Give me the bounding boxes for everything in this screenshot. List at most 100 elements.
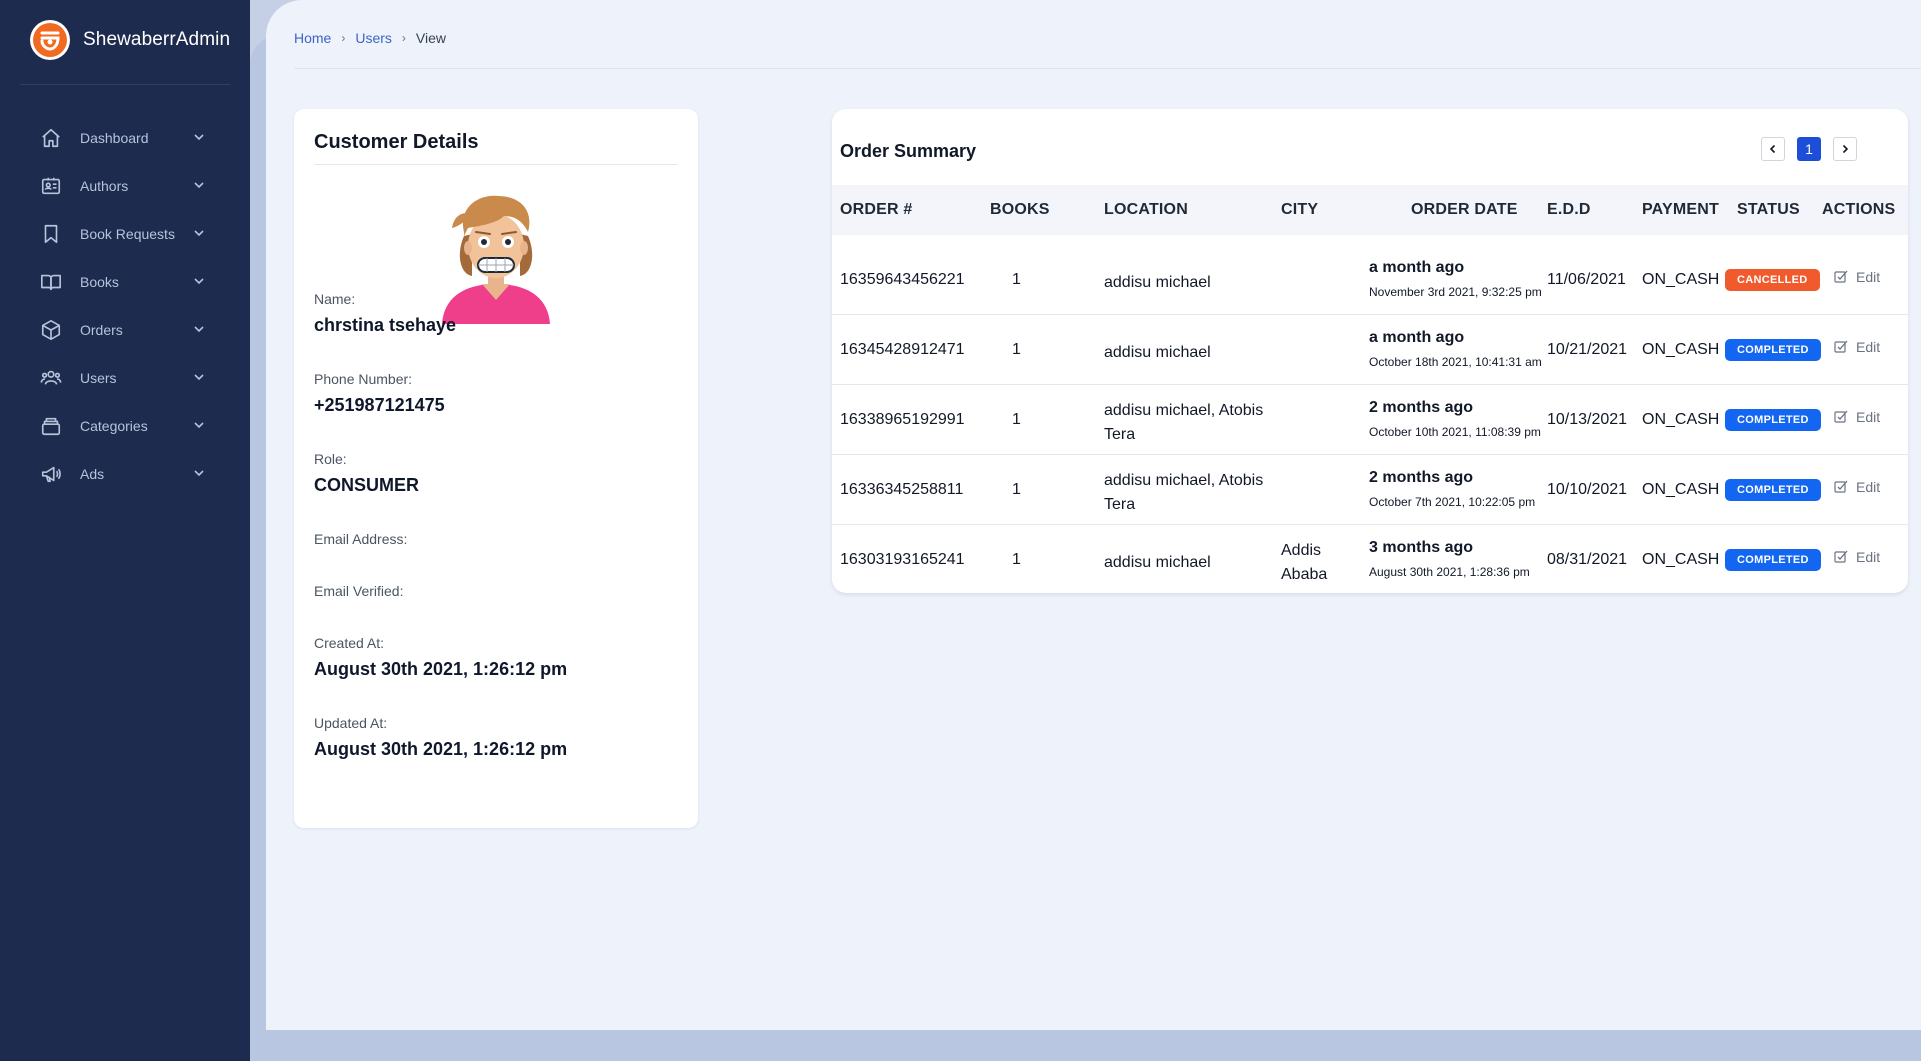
books-count: 1 — [1012, 551, 1021, 568]
edit-button[interactable]: Edit — [1834, 339, 1880, 355]
next-page-button[interactable] — [1833, 137, 1857, 161]
table-row[interactable]: 16338965192991 1 addisu michael, Atobis … — [832, 385, 1908, 455]
card-divider — [314, 164, 678, 165]
order-date: 2 months ago October 10th 2021, 11:08:39… — [1369, 399, 1541, 439]
edd: 10/13/2021 — [1547, 411, 1628, 428]
table-row[interactable]: 16359643456221 1 addisu michael a month … — [832, 245, 1908, 315]
order-date-relative: 2 months ago — [1369, 399, 1474, 416]
table-row[interactable]: 16303193165241 1 addisu michael Addis Ab… — [832, 525, 1908, 593]
order-date-absolute: November 3rd 2021, 9:32:25 pm — [1369, 285, 1542, 299]
edd: 10/10/2021 — [1547, 481, 1628, 498]
location: addisu michael — [1104, 274, 1211, 291]
page-number-button[interactable]: 1 — [1797, 137, 1821, 161]
edit-label: Edit — [1856, 339, 1881, 355]
sidebar-item-authors[interactable]: Authors — [0, 162, 250, 210]
order-date-absolute: October 10th 2021, 11:08:39 pm — [1369, 425, 1541, 439]
edit-icon — [1834, 550, 1848, 563]
created-label: Created At: — [314, 635, 385, 651]
sidebar-item-ads[interactable]: Ads — [0, 450, 250, 498]
customer-details-title: Customer Details — [314, 131, 479, 153]
role-label: Role: — [314, 451, 347, 467]
order-date: 3 months ago August 30th 2021, 1:28:36 p… — [1369, 539, 1530, 579]
books-count: 1 — [1012, 411, 1021, 428]
edit-button[interactable]: Edit — [1834, 479, 1880, 495]
sidebar-item-categories[interactable]: Categories — [0, 402, 250, 450]
sidebar-item-books[interactable]: Books — [0, 258, 250, 306]
breadcrumb-current: View — [415, 30, 447, 46]
edit-label: Edit — [1856, 549, 1881, 565]
users-icon — [40, 367, 62, 389]
sidebar-item-label: Books — [80, 274, 119, 290]
order-date-relative: a month ago — [1369, 259, 1465, 276]
customer-phone: +251987121475 — [314, 395, 445, 415]
order-date-absolute: October 18th 2021, 10:41:31 am — [1369, 355, 1542, 369]
status-badge: COMPLETED — [1725, 479, 1821, 501]
chevron-down-icon — [192, 130, 206, 144]
edit-button[interactable]: Edit — [1834, 409, 1880, 425]
order-date: 2 months ago October 7th 2021, 10:22:05 … — [1369, 469, 1535, 509]
status-badge-wrap: COMPLETED — [1725, 339, 1821, 361]
city: Addis Ababa — [1281, 542, 1328, 583]
column-header: LOCATION — [1104, 201, 1188, 218]
customer-created: August 30th 2021, 1:26:12 pm — [314, 659, 568, 679]
header-divider — [294, 68, 1921, 69]
brand[interactable]: ShewaberrAdmin — [30, 20, 230, 60]
sidebar-item-dashboard[interactable]: Dashboard — [0, 114, 250, 162]
name-label: Name: — [314, 291, 356, 307]
status-badge: COMPLETED — [1725, 409, 1821, 431]
status-badge-wrap: CANCELLED — [1725, 269, 1820, 291]
table-header: ORDER # BOOKS LOCATION CITY ORDER DATE E… — [832, 185, 1908, 235]
column-header: STATUS — [1737, 201, 1800, 218]
status-badge-wrap: COMPLETED — [1725, 549, 1821, 571]
order-number: 16338965192991 — [840, 411, 965, 428]
edit-button[interactable]: Edit — [1834, 549, 1880, 565]
status-badge: CANCELLED — [1725, 269, 1820, 291]
column-header: PAYMENT — [1642, 201, 1719, 218]
order-number: 16303193165241 — [840, 551, 965, 568]
sidebar-item-label: Dashboard — [80, 130, 149, 146]
sidebar-item-users[interactable]: Users — [0, 354, 250, 402]
customer-email-field: Email Address: — [314, 531, 407, 555]
edd: 10/21/2021 — [1547, 341, 1628, 358]
column-header: BOOKS — [990, 201, 1050, 218]
customer-details-card: Customer Details Name: chrstina tsehaye — [294, 109, 698, 828]
pagination: 1 — [1761, 137, 1857, 161]
sidebar-item-book-requests[interactable]: Book Requests — [0, 210, 250, 258]
edit-icon — [1834, 410, 1848, 423]
sidebar-item-label: Users — [80, 370, 117, 386]
sidebar: ShewaberrAdmin Dashboard Authors Book Re… — [0, 0, 250, 1061]
table-row[interactable]: 16336345258811 1 addisu michael, Atobis … — [832, 455, 1908, 525]
breadcrumb-home-link[interactable]: Home — [294, 30, 331, 46]
chevron-down-icon — [192, 226, 206, 240]
customer-phone-field: Phone Number: +251987121475 — [314, 371, 445, 416]
prev-page-button[interactable] — [1761, 137, 1785, 161]
chevron-left-icon — [1769, 144, 1776, 154]
sidebar-item-orders[interactable]: Orders — [0, 306, 250, 354]
breadcrumb-users-link[interactable]: Users — [355, 30, 392, 46]
edit-label: Edit — [1856, 269, 1881, 285]
sidebar-nav: Dashboard Authors Book Requests Books Or… — [0, 114, 250, 498]
sidebar-item-label: Book Requests — [80, 226, 175, 242]
customer-name-field: Name: chrstina tsehaye — [314, 291, 456, 336]
breadcrumb-separator: › — [341, 31, 346, 45]
books-count: 1 — [1012, 271, 1021, 288]
id-card-icon — [40, 175, 62, 197]
edit-button[interactable]: Edit — [1834, 269, 1880, 285]
sidebar-divider — [20, 84, 230, 85]
order-date-absolute: October 7th 2021, 10:22:05 pm — [1369, 495, 1536, 509]
payment: ON_CASH — [1642, 481, 1720, 498]
updated-label: Updated At: — [314, 715, 388, 731]
chevron-down-icon — [192, 466, 206, 480]
sidebar-item-label: Orders — [80, 322, 123, 338]
order-date-absolute: August 30th 2021, 1:28:36 pm — [1369, 565, 1530, 579]
breadcrumb-separator: › — [401, 31, 406, 45]
email-label: Email Address: — [314, 531, 408, 547]
order-date-relative: 2 months ago — [1369, 469, 1474, 486]
customer-role: CONSUMER — [314, 475, 420, 495]
customer-updated: August 30th 2021, 1:26:12 pm — [314, 739, 568, 759]
chevron-down-icon — [192, 178, 206, 192]
column-header: ORDER DATE — [1411, 201, 1518, 218]
table-row[interactable]: 16345428912471 1 addisu michael a month … — [832, 315, 1908, 385]
customer-created-field: Created At: August 30th 2021, 1:26:12 pm — [314, 635, 567, 680]
order-date: a month ago October 18th 2021, 10:41:31 … — [1369, 329, 1542, 369]
